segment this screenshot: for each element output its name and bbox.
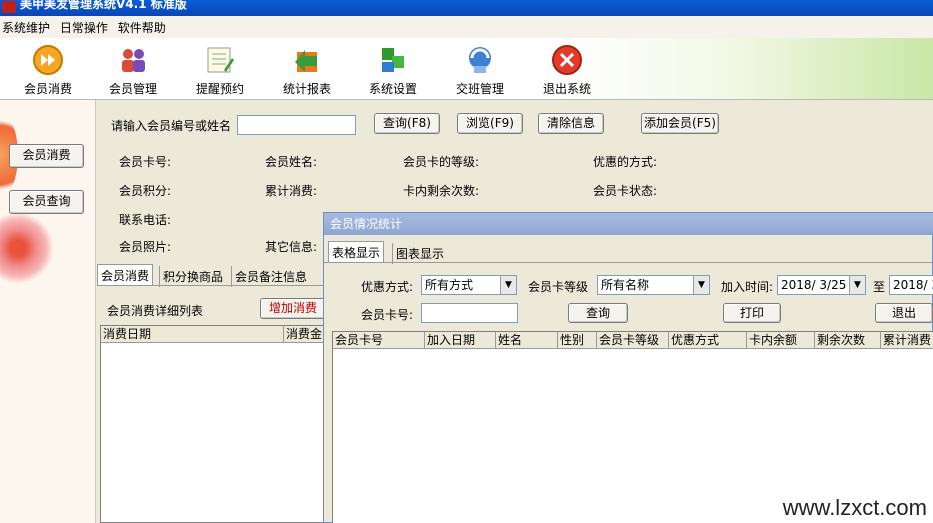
column-header[interactable]: 会员卡号 (333, 332, 425, 349)
toolbar-report-button[interactable]: 统计报表 (267, 38, 347, 100)
card-level-filter-label: 会员卡等级 (528, 280, 589, 294)
add-member-button[interactable]: 添加会员(F5) (641, 113, 719, 134)
column-header[interactable]: 姓名 (496, 332, 558, 349)
column-header[interactable]: 优惠方式 (669, 332, 747, 349)
column-header[interactable]: 性别 (558, 332, 597, 349)
watermark-text: www.lzxct.com (782, 495, 927, 520)
join-date-from-picker[interactable]: 2018/ 3/25 ▼ (777, 275, 866, 295)
to-label: 至 (873, 280, 886, 294)
tab-member-notes[interactable]: 会员备注信息 (231, 266, 310, 287)
card-level-select[interactable]: 所有名称 ▼ (597, 275, 710, 295)
tab-divider (324, 262, 933, 263)
photo-label: 会员照片: (119, 240, 172, 254)
toolbar-reminder-button[interactable]: 提醒预约 (180, 38, 260, 100)
points-label: 会员积分: (119, 184, 172, 198)
tab-member-consume[interactable]: 会员消费 (97, 264, 154, 286)
date-value: 2018/ 3/25 (781, 278, 847, 292)
card-no-label: 会员卡号: (119, 155, 172, 169)
column-header[interactable]: 累计消费 (881, 332, 933, 349)
clear-info-button[interactable]: 清除信息 (538, 113, 604, 134)
members-icon (122, 49, 145, 72)
join-time-label: 加入时间: (721, 280, 774, 294)
chevron-down-icon[interactable]: ▼ (849, 276, 865, 294)
chevron-down-icon[interactable]: ▼ (500, 276, 516, 294)
member-search-input[interactable] (237, 115, 356, 135)
dialog-exit-button[interactable]: 退出 (875, 303, 933, 323)
title-bar: 美甲美发管理系统V4.1 标准版 (0, 0, 933, 16)
handover-icon (469, 47, 491, 73)
toolbar-label: 系统设置 (368, 82, 417, 96)
window-title: 美甲美发管理系统V4.1 标准版 (20, 0, 187, 11)
play-circle-icon (33, 45, 63, 75)
selected-value: 所有方式 (425, 278, 474, 292)
query-button[interactable]: 查询(F8) (374, 113, 440, 134)
menu-system-maintenance[interactable]: 系统维护 (0, 16, 52, 36)
column-header[interactable]: 加入日期 (425, 332, 496, 349)
total-consume-label: 累计消费: (265, 184, 318, 198)
chevron-down-icon[interactable]: ▼ (693, 276, 709, 294)
dialog-query-button[interactable]: 查询 (568, 303, 628, 323)
toolbar-label: 会员消费 (23, 82, 72, 96)
flower-decoration (0, 212, 54, 284)
notepad-icon (207, 47, 234, 73)
column-header[interactable]: 消费日期 (101, 326, 284, 343)
sidebar-member-query-button[interactable]: 会员查询 (9, 190, 84, 214)
dialog-title: 会员情况统计 (324, 213, 933, 235)
selected-value: 所有名称 (601, 278, 650, 292)
menu-bar: 系统维护 日常操作 软件帮助 (0, 16, 933, 38)
app-logo-icon (2, 1, 16, 13)
add-consume-button[interactable]: 增加消费 (260, 298, 330, 319)
tab-divider (97, 285, 323, 286)
column-header[interactable]: 剩余次数 (815, 332, 881, 349)
tab-table-view[interactable]: 表格显示 (328, 241, 385, 263)
dialog-print-button[interactable]: 打印 (723, 303, 781, 323)
column-header[interactable]: 会员卡等级 (597, 332, 669, 349)
discount-method-filter-label: 优惠方式: (361, 280, 414, 294)
join-date-to-picker[interactable]: 2018/ 3 (889, 275, 933, 295)
phone-label: 联系电话: (119, 213, 172, 227)
exit-icon (552, 45, 582, 75)
discount-method-select[interactable]: 所有方式 ▼ (421, 275, 517, 295)
toolbar-member-manage-button[interactable]: 会员管理 (93, 38, 173, 100)
browse-button[interactable]: 浏览(F9) (457, 113, 523, 134)
consume-detail-list-title: 会员消费详细列表 (107, 304, 204, 318)
card-status-label: 会员卡状态: (593, 184, 658, 198)
tab-chart-view[interactable]: 图表显示 (392, 243, 447, 264)
toolbar-settings-button[interactable]: 系统设置 (353, 38, 433, 100)
consume-detail-list[interactable]: 消费日期 消费金 (100, 325, 329, 523)
card-no-filter-label: 会员卡号: (361, 308, 414, 322)
sidebar-member-consume-button[interactable]: 会员消费 (9, 144, 84, 168)
settings-blocks-icon (382, 48, 404, 72)
card-level-label: 会员卡的等级: (403, 155, 480, 169)
toolbar-label: 交班管理 (455, 82, 504, 96)
menu-software-help[interactable]: 软件帮助 (116, 16, 168, 36)
search-label: 请输入会员编号或姓名 (111, 119, 232, 133)
discount-method-label: 优惠的方式: (593, 155, 658, 169)
member-name-label: 会员姓名: (265, 155, 318, 169)
menu-daily-operations[interactable]: 日常操作 (58, 16, 110, 36)
toolbar-label: 提醒预约 (195, 82, 244, 96)
toolbar-handover-button[interactable]: 交班管理 (440, 38, 520, 100)
column-header[interactable]: 卡内余额 (747, 332, 815, 349)
card-no-filter-input[interactable] (421, 303, 518, 323)
other-info-label: 其它信息: (265, 240, 318, 254)
toolbar-label: 统计报表 (282, 82, 331, 96)
toolbar-exit-button[interactable]: 退出系统 (527, 38, 607, 100)
tab-points-exchange[interactable]: 积分换商品 (159, 266, 226, 287)
report-icon (295, 50, 317, 72)
main-toolbar: 会员消费 会员管理 提醒预约 统计报表 系统设置 交班管理 退出系统 (0, 38, 933, 100)
member-statistics-dialog: 会员情况统计 表格显示 图表显示 优惠方式: 所有方式 ▼ 会员卡等级 所有名称… (323, 212, 933, 523)
toolbar-label: 退出系统 (542, 82, 591, 96)
toolbar-label: 会员管理 (108, 82, 157, 96)
sidebar: 会员消费 会员查询 (0, 100, 96, 523)
remaining-times-label: 卡内剩余次数: (403, 184, 480, 198)
toolbar-member-consume-button[interactable]: 会员消费 (8, 38, 88, 100)
